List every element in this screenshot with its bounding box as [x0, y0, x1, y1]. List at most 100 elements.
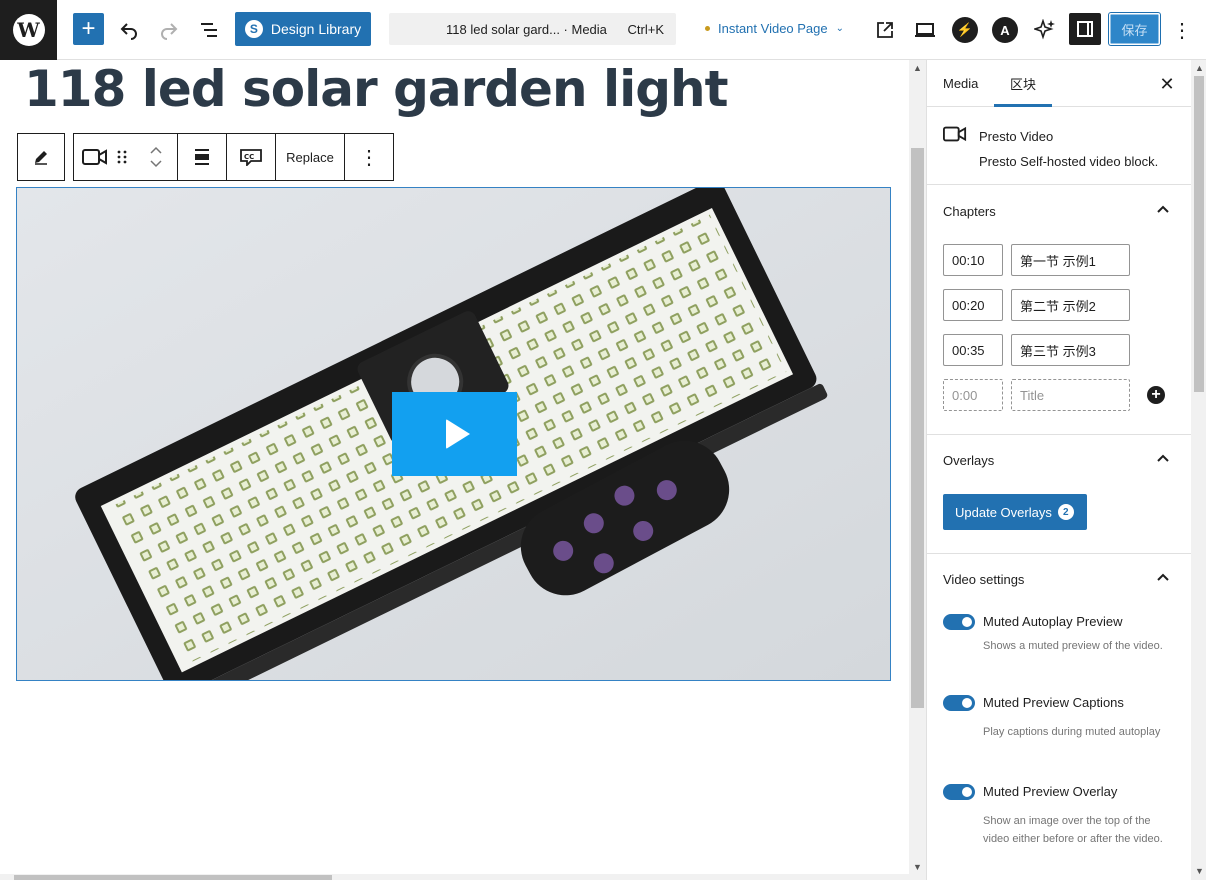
chapters-panel: Chapters 00:10 第一节 示例1 00:20 第二节 示例2 00:…	[927, 185, 1191, 435]
sidebar-tabs: Media 区块 ✕	[927, 60, 1191, 107]
overlays-title[interactable]: Overlays	[943, 453, 994, 468]
align-center-icon	[195, 149, 209, 165]
astra-icon: A	[992, 17, 1018, 43]
scrollbar-thumb[interactable]	[1194, 76, 1204, 392]
scroll-down-icon[interactable]: ▼	[1195, 866, 1204, 876]
tab-block[interactable]: 区块	[994, 60, 1052, 107]
sparkle-icon	[1034, 19, 1055, 40]
page-title[interactable]: 118 led solar garden light	[24, 60, 729, 118]
template-label: Instant Video Page	[718, 21, 828, 36]
edit-button[interactable]	[18, 134, 64, 180]
toggle-help-text: Show an image over the top of the video …	[983, 815, 1163, 845]
play-button[interactable]	[392, 392, 517, 476]
command-palette-bar[interactable]: 118 led solar gard... · Media Ctrl+K	[389, 13, 676, 45]
chapters-title[interactable]: Chapters	[943, 204, 996, 219]
redo-button[interactable]	[153, 14, 185, 46]
list-view-icon	[201, 23, 217, 37]
more-vertical-icon: ⋮	[1172, 19, 1192, 42]
template-selector[interactable]: Instant Video Page ⌄	[705, 21, 844, 36]
design-library-button[interactable]: S Design Library	[235, 12, 371, 46]
settings-sidebar-toggle[interactable]	[1069, 13, 1101, 45]
document-overview-button[interactable]	[193, 14, 225, 46]
chapters-toggle[interactable]	[1151, 197, 1175, 221]
chapter-time-input[interactable]: 00:20	[943, 289, 1003, 321]
command-shortcut: Ctrl+K	[627, 22, 664, 37]
play-icon	[445, 419, 470, 449]
overlays-toggle[interactable]	[1151, 446, 1175, 470]
muted-preview-overlay-toggle[interactable]	[943, 784, 975, 800]
captions-button[interactable]: CC	[227, 134, 276, 180]
update-overlays-label: Update Overlays	[955, 504, 1052, 520]
overlays-panel: Overlays Update Overlays 2	[927, 435, 1191, 554]
ai-assistant-button[interactable]	[1029, 14, 1061, 46]
save-button[interactable]: 保存	[1109, 13, 1160, 45]
toggle-label[interactable]: Muted Preview Captions	[983, 695, 1124, 710]
new-chapter-title-input[interactable]: Title	[1011, 379, 1130, 411]
scroll-up-icon[interactable]: ▲	[913, 63, 922, 73]
chevron-down-icon: ⌄	[835, 23, 845, 34]
wordpress-logo-button[interactable]: W	[0, 0, 57, 60]
scrollbar-thumb[interactable]	[911, 148, 924, 708]
settings-sidebar: Media 区块 ✕ Presto Video Presto Self-host…	[926, 60, 1206, 880]
block-title: Presto Video	[979, 129, 1054, 144]
external-link-icon	[877, 22, 893, 38]
chevron-up-icon[interactable]	[150, 146, 162, 154]
undo-button[interactable]	[113, 14, 145, 46]
stackable-icon: S	[244, 20, 263, 38]
toggle-label[interactable]: Muted Preview Overlay	[983, 784, 1117, 799]
close-icon: ✕	[1159, 73, 1175, 94]
design-library-label: Design Library	[270, 21, 362, 37]
muted-preview-captions-toggle[interactable]	[943, 695, 975, 711]
redo-icon	[161, 23, 178, 40]
chevron-up-icon	[1157, 454, 1169, 462]
video-block[interactable]	[16, 187, 891, 681]
canvas-horizontal-scrollbar[interactable]	[0, 874, 909, 880]
sidebar-vertical-scrollbar[interactable]: ▲ ▼	[1191, 60, 1206, 880]
chapter-time-input[interactable]: 00:35	[943, 334, 1003, 366]
scroll-up-icon[interactable]: ▲	[1195, 63, 1204, 73]
align-button[interactable]	[178, 134, 227, 180]
device-preview-button[interactable]	[909, 14, 941, 46]
desktop-icon	[915, 23, 935, 37]
closed-captions-icon: CC	[240, 149, 262, 166]
move-buttons	[150, 146, 162, 168]
video-camera-icon	[82, 149, 107, 165]
view-page-button[interactable]	[869, 14, 901, 46]
block-switcher[interactable]	[74, 134, 178, 180]
video-settings-panel: Video settings Muted Autoplay Preview Sh…	[927, 554, 1191, 880]
toggle-label[interactable]: Muted Autoplay Preview	[983, 614, 1122, 629]
close-sidebar-button[interactable]: ✕	[1155, 72, 1179, 96]
replace-button[interactable]: Replace	[276, 134, 345, 180]
add-block-button[interactable]: +	[73, 13, 104, 45]
block-toolbar: CC Replace ⋮	[17, 133, 394, 181]
update-overlays-button[interactable]: Update Overlays 2	[943, 494, 1087, 530]
canvas-vertical-scrollbar[interactable]: ▲ ▼	[909, 60, 926, 880]
wordpress-logo-icon: W	[12, 14, 45, 46]
chapter-time-input[interactable]: 00:10	[943, 244, 1003, 276]
chapter-title-input[interactable]: 第二节 示例2	[1011, 289, 1130, 321]
plus-icon: +	[81, 15, 96, 42]
chevron-down-icon[interactable]	[150, 160, 162, 168]
toggle-help-text: Shows a muted preview of the video.	[983, 640, 1163, 652]
options-menu-button[interactable]: ⋮	[1172, 14, 1192, 46]
overlay-count-badge: 2	[1057, 504, 1074, 520]
astra-plugin-button[interactable]: A	[992, 17, 1018, 43]
video-settings-toggle[interactable]	[1151, 565, 1175, 589]
new-chapter-time-input[interactable]: 0:00	[943, 379, 1003, 411]
video-settings-title[interactable]: Video settings	[943, 572, 1024, 587]
plus-circle-icon: +	[1151, 386, 1161, 403]
block-options-button[interactable]: ⋮	[345, 134, 393, 180]
video-camera-icon	[943, 126, 967, 142]
scroll-down-icon[interactable]: ▼	[913, 862, 922, 872]
chapter-title-input[interactable]: 第一节 示例1	[1011, 244, 1130, 276]
scrollbar-thumb[interactable]	[14, 875, 332, 880]
svg-text:CC: CC	[244, 153, 254, 161]
stackable-plugin-button[interactable]: ⚡	[952, 17, 978, 43]
drag-handle-icon[interactable]	[116, 149, 128, 165]
toolbar-group-block: CC Replace ⋮	[73, 133, 394, 181]
chapter-title-input[interactable]: 第三节 示例3	[1011, 334, 1130, 366]
tab-media[interactable]: Media	[927, 60, 994, 107]
add-chapter-button[interactable]: +	[1147, 386, 1165, 404]
muted-autoplay-preview-toggle[interactable]	[943, 614, 975, 630]
sidebar-icon	[1077, 21, 1093, 37]
